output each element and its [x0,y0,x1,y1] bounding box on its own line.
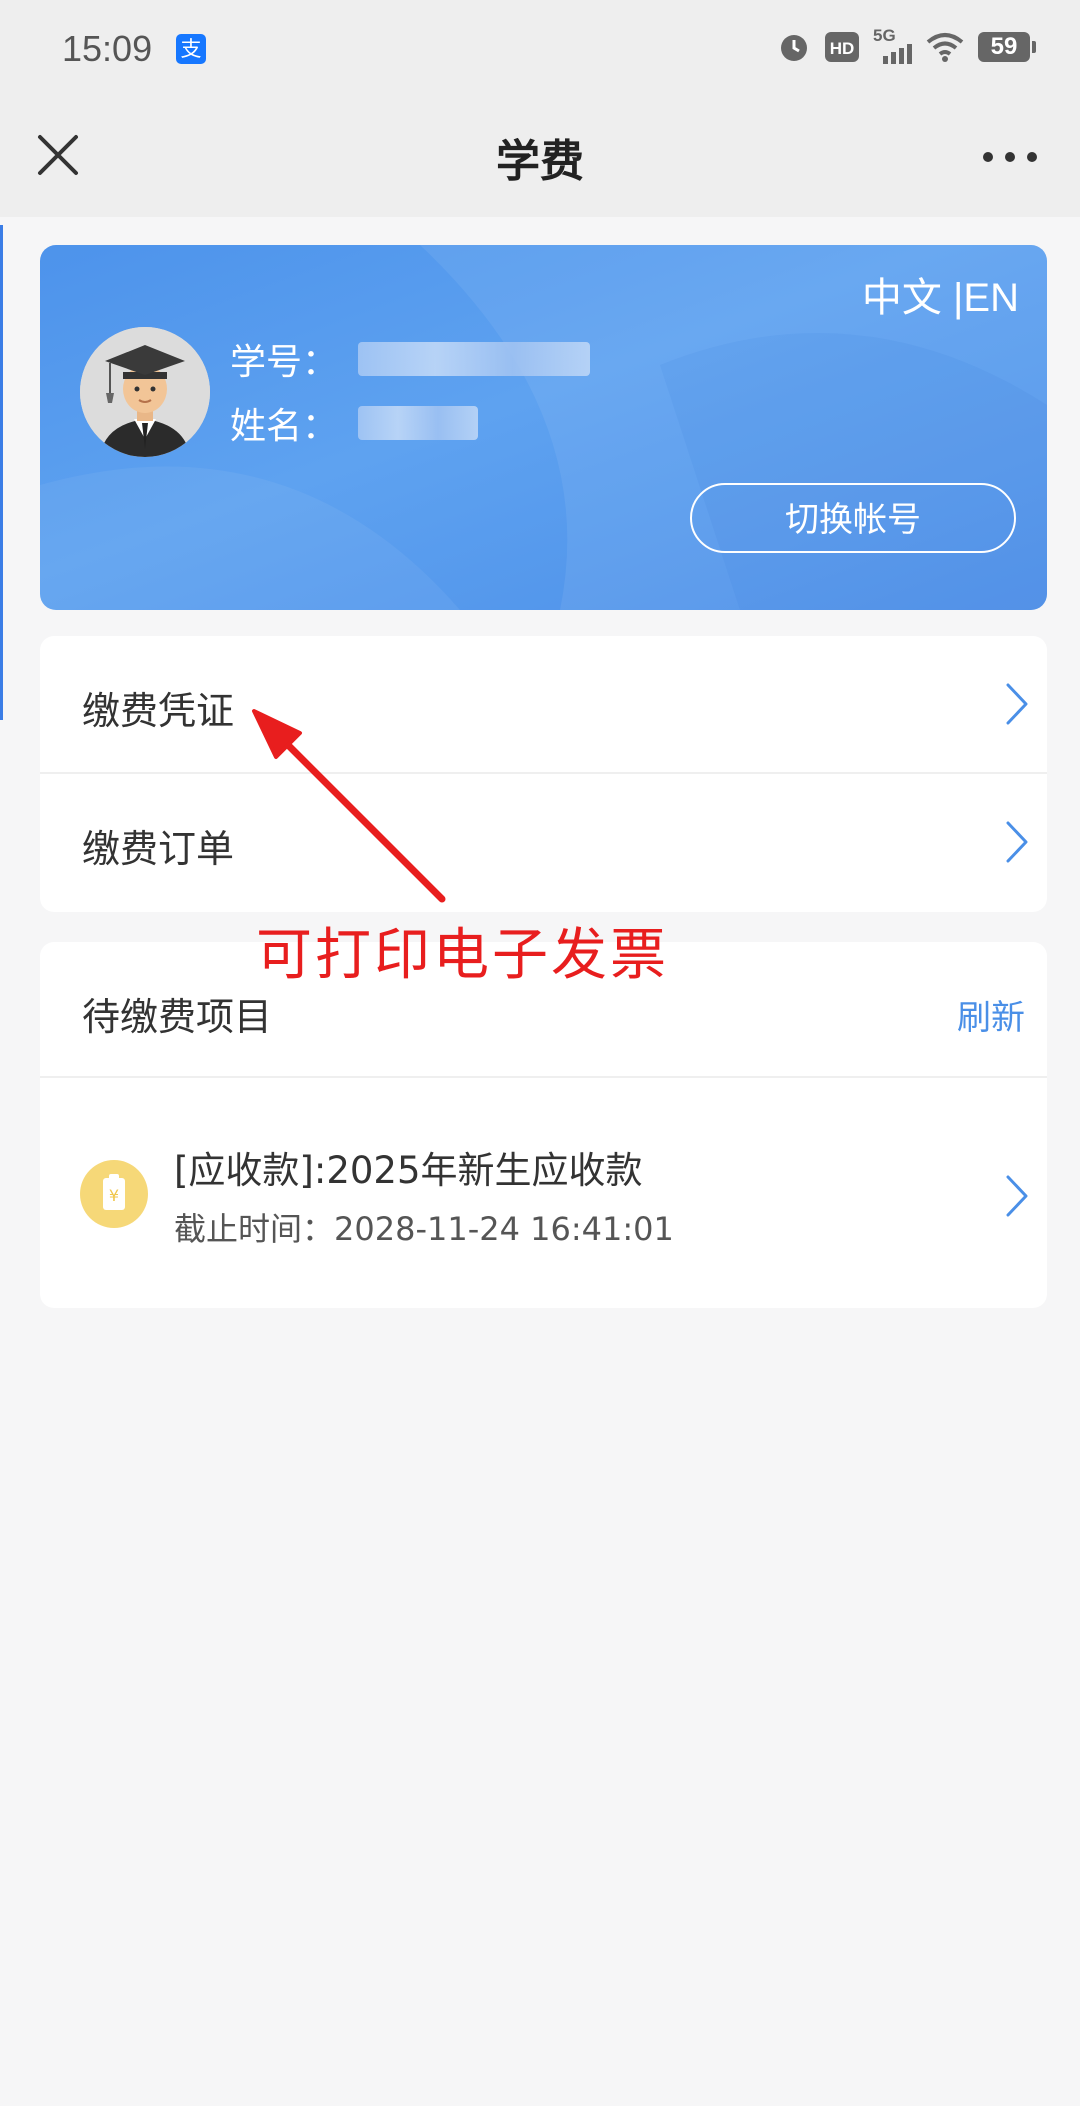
student-id-label: 学号： [230,342,339,383]
status-bar: 15:09 支 HD 5G 59 [0,0,1080,105]
alarm-icon [781,35,807,61]
wifi-icon [926,33,964,62]
fee-tag-icon: ¥ [80,1160,148,1228]
svg-text:HD: HD [830,39,855,58]
page-title: 学费 [496,136,584,187]
battery-icon: 59 [978,32,1036,62]
student-id-row: 学号： [230,333,591,385]
pending-payments-card: 待缴费项目 刷新 ¥ [应收款]:2025年新生应收款 截止时间：2028-11… [40,942,1047,1308]
profile-card: 中文 |EN 学号： 姓名： 切换帐号 [40,245,1047,610]
graduate-avatar-icon [80,327,210,457]
menu-card: 缴费凭证 缴费订单 [40,636,1047,912]
student-name-label: 姓名： [230,406,339,447]
fee-title: [应收款]:2025年新生应收款 [174,1149,643,1192]
alipay-badge-icon: 支 [176,34,206,64]
5g-signal-icon: 5G [873,26,912,64]
more-icon[interactable] [980,145,1040,169]
fee-deadline: 截止时间：2028-11-24 16:41:01 [174,1210,674,1248]
pending-title: 待缴费项目 [82,995,273,1039]
annotation-note: 可打印电子发票 [256,923,669,988]
status-time: 15:09 [62,28,153,69]
student-name-redacted [358,406,479,440]
menu-item-payment-voucher[interactable]: 缴费凭证 [40,636,1047,774]
student-id-redacted [358,342,591,376]
edge-indicator [0,225,3,720]
language-switch[interactable]: 中文 |EN [862,265,1019,323]
menu-item-label: 缴费凭证 [82,689,235,733]
fee-item[interactable]: ¥ [应收款]:2025年新生应收款 截止时间：2028-11-24 16:41… [40,1078,1047,1306]
menu-item-payment-orders[interactable]: 缴费订单 [40,774,1047,910]
chevron-right-icon [1006,821,1028,863]
student-name-row: 姓名： [230,397,479,449]
switch-account-button[interactable]: 切换帐号 [690,483,1016,553]
chevron-right-icon [1006,1175,1028,1217]
hd-icon: HD [825,32,859,62]
nav-bar: 学费 [0,105,1080,217]
refresh-link[interactable]: 刷新 [957,990,1025,1039]
menu-item-label: 缴费订单 [82,827,235,871]
svg-text:¥: ¥ [109,1186,119,1205]
network-label: 5G [873,26,896,45]
status-icons: HD 5G 59 [777,26,1036,64]
chevron-right-icon [1006,683,1028,725]
